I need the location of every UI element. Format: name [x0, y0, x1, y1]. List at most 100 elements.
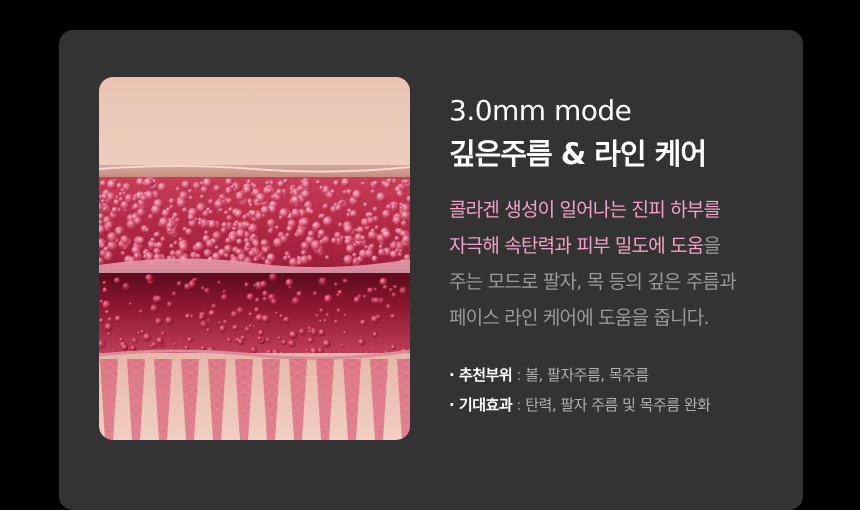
collagen-bead	[252, 183, 258, 189]
collagen-bead	[360, 235, 366, 241]
collagen-bead	[120, 235, 130, 244]
dermis-bead	[166, 301, 174, 308]
dermis-bead	[257, 336, 263, 341]
dermis-bead	[307, 337, 314, 344]
collagen-bead	[226, 214, 233, 222]
collagen-bead	[253, 240, 260, 247]
dermis-bead	[334, 319, 339, 324]
dermis-bead	[188, 281, 196, 289]
dermis-bead	[325, 312, 330, 318]
dermis-bead	[390, 313, 396, 320]
collagen-bead	[116, 182, 123, 189]
dermis-bead	[362, 294, 367, 299]
dermis-bead	[289, 330, 298, 339]
dermis-bead	[318, 328, 326, 337]
collagen-bead	[392, 215, 402, 225]
collagen-bead	[152, 179, 157, 184]
collagen-bead	[383, 181, 392, 190]
collagen-bead	[263, 247, 269, 253]
collagen-bead	[333, 179, 340, 187]
collagen-bead	[219, 193, 226, 201]
dermis-bead	[222, 289, 227, 294]
collagen-bead	[255, 198, 260, 203]
collagen-bead	[302, 179, 311, 189]
dermis-bead	[184, 345, 189, 351]
dermis-bead	[107, 316, 113, 322]
collagen-bead	[224, 244, 233, 253]
collagen-bead	[291, 195, 301, 205]
dermis-bead	[221, 294, 228, 301]
collagen-bead	[266, 253, 276, 262]
collagen-bead	[118, 196, 124, 202]
collagen-bead	[225, 237, 232, 244]
collagen-bead	[343, 254, 354, 265]
collagen-bead	[353, 259, 358, 264]
dermis-bead	[122, 282, 131, 291]
dermis-bead	[248, 312, 253, 317]
dermis-bead	[277, 336, 282, 340]
dermis-bead	[391, 292, 397, 298]
collagen-bead	[291, 208, 301, 219]
collagen-bead	[300, 250, 307, 256]
dermis-bead	[343, 313, 348, 317]
expected-effect-value: 탄력, 팔자 주름 및 목주름 완화	[525, 396, 711, 414]
collagen-bead	[204, 230, 209, 235]
collagen-bead	[196, 202, 207, 213]
dermis-bead	[226, 337, 232, 343]
collagen-bead	[301, 218, 310, 227]
expected-effect-separator: :	[512, 396, 526, 414]
collagen-bead	[150, 237, 156, 243]
collagen-bead	[331, 237, 338, 244]
collagen-bead	[352, 189, 363, 200]
dermis-bead	[102, 280, 107, 285]
collagen-bead	[101, 192, 109, 201]
collagen-bead	[122, 182, 132, 192]
collagen-bead	[394, 235, 400, 241]
collagen-bead	[197, 221, 203, 226]
collagen-bead	[266, 218, 276, 228]
collagen-bead	[284, 251, 290, 257]
collagen-bead	[265, 180, 271, 186]
collagen-bead	[213, 184, 221, 193]
collagen-bead	[169, 204, 175, 210]
collagen-bead	[208, 219, 217, 229]
expected-effect-row: · 기대효과 : 탄력, 팔자 주름 및 목주름 완화	[449, 390, 789, 420]
collagen-bead	[260, 205, 270, 215]
collagen-bead	[286, 225, 293, 232]
description-line-3: 주는 모드로 팔자, 목 등의 깊은 주름과	[449, 271, 737, 293]
collagen-bead	[225, 188, 232, 194]
dermis-bead	[389, 287, 394, 292]
collagen-bead	[250, 233, 257, 239]
dermis-bead	[270, 298, 278, 306]
collagen-bead	[185, 228, 193, 236]
collagen-bead	[363, 202, 368, 207]
collagen-bead	[378, 248, 386, 257]
collagen-bead	[143, 254, 148, 259]
dermis-bead	[207, 318, 211, 323]
collagen-bead	[399, 205, 404, 210]
collagen-bead	[396, 190, 405, 198]
collagen-bead	[341, 177, 351, 187]
collagen-bead	[148, 213, 154, 220]
dermis-bead	[102, 287, 108, 293]
dermis-bead	[265, 337, 271, 343]
collagen-bead	[368, 243, 375, 250]
dermis-bead	[357, 338, 366, 346]
collagen-bead	[370, 189, 376, 194]
dermis-bead	[206, 328, 211, 333]
dermis-bead	[198, 314, 205, 321]
dermis-bead	[200, 320, 209, 329]
collagen-bead	[248, 249, 256, 258]
dermis-bead	[119, 337, 124, 342]
collagen-bead	[357, 226, 365, 234]
collagen-bead	[288, 257, 299, 267]
dermis-bead	[155, 295, 163, 303]
collagen-bead	[244, 241, 252, 249]
dermis-bead	[281, 339, 287, 345]
collagen-bead	[376, 192, 387, 203]
collagen-bead	[168, 198, 176, 205]
collagen-bead	[352, 252, 358, 258]
collagen-bead	[176, 198, 187, 209]
collagen-bead	[144, 190, 155, 201]
collagen-bead	[225, 197, 233, 205]
